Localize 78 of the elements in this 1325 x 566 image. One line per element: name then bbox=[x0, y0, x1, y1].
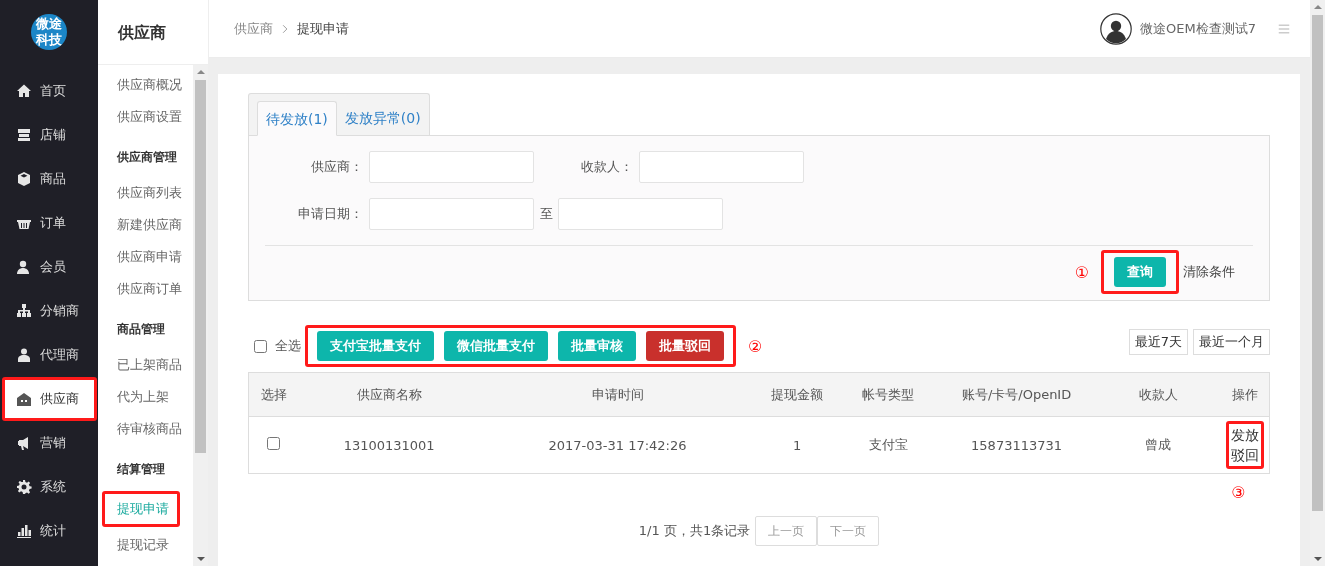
column-header: 申请时间 bbox=[480, 372, 755, 417]
nav-item[interactable]: 营销 bbox=[0, 421, 98, 465]
table-cell: 15873113731 bbox=[937, 416, 1096, 474]
submenu-item[interactable]: 供应商列表 bbox=[98, 177, 193, 209]
bar-chart-icon bbox=[16, 523, 32, 539]
submenu-item[interactable]: 代为上架 bbox=[98, 381, 193, 413]
input-field[interactable] bbox=[639, 151, 804, 183]
column-header: 账号/卡号/OpenID bbox=[937, 372, 1096, 417]
step-marker: ① bbox=[1074, 262, 1089, 282]
submenu-item[interactable]: 供应商申请 bbox=[98, 241, 193, 273]
breadcrumb-item: 提现申请 bbox=[297, 19, 349, 38]
submenu-group-title: 商品管理 bbox=[116, 321, 166, 338]
nav-item[interactable]: 系统 bbox=[0, 465, 98, 509]
gear-icon bbox=[16, 479, 32, 495]
box-icon bbox=[16, 171, 32, 187]
range-separator: 至 bbox=[538, 205, 554, 223]
input-field[interactable] bbox=[369, 198, 534, 230]
breadcrumb-item[interactable]: 供应商 bbox=[234, 19, 273, 38]
nav-item[interactable]: 统计 bbox=[0, 509, 98, 553]
table-cell: 2017-03-31 17:42:26 bbox=[480, 416, 755, 474]
nav-item[interactable]: 代理商 bbox=[0, 333, 98, 377]
table-cell: 曾成 bbox=[1095, 416, 1222, 474]
date-range-button[interactable]: 最近7天 bbox=[1128, 328, 1188, 355]
person-icon bbox=[16, 347, 32, 363]
home-icon bbox=[16, 83, 32, 99]
column-header: 提现金额 bbox=[754, 372, 840, 417]
checkbox[interactable] bbox=[267, 437, 281, 450]
table-cell: 支付宝 bbox=[839, 416, 938, 474]
house-icon bbox=[16, 391, 32, 407]
input-field[interactable] bbox=[558, 198, 723, 230]
action-link[interactable]: 驳回 bbox=[1231, 445, 1260, 465]
submenu-item[interactable]: 已上架商品 bbox=[98, 349, 193, 381]
avatar[interactable] bbox=[1100, 12, 1133, 45]
page-summary: 1/1 页，共1条记录 bbox=[638, 522, 751, 540]
nav-item[interactable]: 首页 bbox=[0, 69, 98, 113]
nav-item[interactable]: 分销商 bbox=[0, 289, 98, 333]
input-field[interactable] bbox=[369, 151, 534, 183]
nav-item[interactable]: 供应商 bbox=[2, 377, 97, 421]
submenu-item[interactable]: 供应商概况 bbox=[98, 69, 193, 101]
step-marker: ③ bbox=[1231, 483, 1246, 502]
nav-item[interactable]: 商品 bbox=[0, 157, 98, 201]
column-header: 供应商名称 bbox=[298, 372, 481, 417]
store-icon bbox=[16, 127, 32, 143]
column-header: 操作 bbox=[1221, 372, 1270, 417]
nav-item[interactable]: 店铺 bbox=[0, 113, 98, 157]
table-cell: 1 bbox=[754, 416, 840, 474]
scrollbar[interactable] bbox=[1310, 0, 1325, 566]
clear-filters-link[interactable]: 清除条件 bbox=[1183, 263, 1235, 281]
tab[interactable]: 待发放(1) bbox=[257, 101, 337, 136]
checkbox[interactable] bbox=[254, 339, 267, 353]
tab[interactable]: 发放异常(0) bbox=[336, 101, 429, 136]
submenu-item[interactable]: 供应商订单 bbox=[98, 273, 193, 305]
select-all-label: 全选 bbox=[275, 337, 301, 355]
scrollbar[interactable] bbox=[193, 65, 208, 566]
column-header: 帐号类型 bbox=[839, 372, 938, 417]
column-header: 选择 bbox=[248, 372, 299, 417]
submenu-item[interactable]: 供应商设置 bbox=[98, 101, 193, 133]
chevron-right-icon bbox=[280, 23, 290, 34]
submenu-group-title: 供应商管理 bbox=[116, 149, 178, 166]
nav-item[interactable]: 订单 bbox=[0, 201, 98, 245]
user-name[interactable]: 微途OEM检查测试7 bbox=[1140, 19, 1256, 38]
field-label: 供应商： bbox=[310, 158, 363, 176]
submenu-item[interactable]: 待审核商品 bbox=[98, 413, 193, 445]
hierarchy-icon bbox=[16, 303, 32, 319]
logo: 微途科技 bbox=[31, 14, 67, 50]
submenu-item[interactable]: 新建供应商 bbox=[98, 209, 193, 241]
step-marker: ② bbox=[748, 336, 763, 356]
field-label: 收款人： bbox=[580, 158, 633, 176]
batch-action-button[interactable]: 批量驳回 bbox=[646, 331, 724, 361]
column-header: 收款人 bbox=[1095, 372, 1222, 417]
action-link[interactable]: 发放 bbox=[1231, 425, 1260, 445]
submenu-item[interactable]: 提现记录 bbox=[98, 529, 193, 561]
table-cell: 13100131001 bbox=[298, 416, 481, 474]
user-icon bbox=[16, 259, 32, 275]
date-range-button[interactable]: 最近一个月 bbox=[1193, 328, 1270, 355]
submenu-group-title: 结算管理 bbox=[116, 461, 166, 478]
field-label: 申请日期： bbox=[297, 205, 363, 223]
nav-item[interactable]: 会员 bbox=[0, 245, 98, 289]
